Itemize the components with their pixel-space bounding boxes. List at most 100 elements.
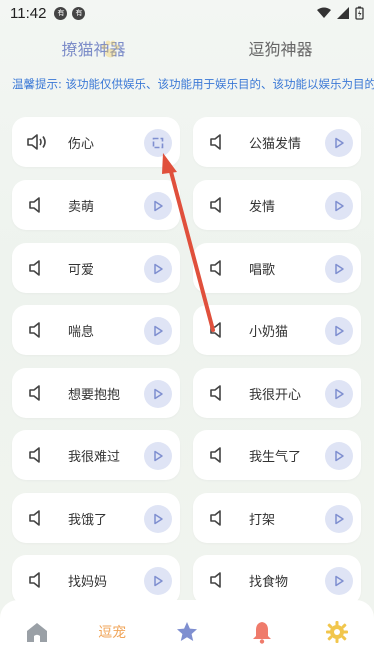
sound-label: 卖萌 (68, 199, 95, 215)
sound-label: 找食物 (249, 574, 289, 590)
play-icon (335, 575, 344, 587)
sound-label: 想要抱抱 (68, 387, 121, 403)
play-button[interactable] (144, 380, 172, 408)
play-icon (154, 575, 163, 587)
play-icon (335, 388, 344, 400)
pause-icon (152, 137, 164, 149)
sound-item[interactable]: 伤心 (12, 117, 180, 167)
play-button[interactable] (325, 380, 353, 408)
star-icon (176, 622, 197, 641)
sound-label: 我很难过 (68, 449, 121, 465)
nav-pet-label: 逗宠 (98, 625, 127, 641)
play-button[interactable] (144, 255, 172, 283)
speaker-icon (210, 260, 221, 276)
notification-icon: 有 (54, 6, 68, 20)
sound-label: 找妈妈 (68, 574, 108, 590)
play-icon (335, 263, 344, 275)
pause-button[interactable] (144, 129, 172, 157)
nav-pet[interactable]: 逗宠 (75, 602, 150, 662)
sound-label: 伤心 (68, 136, 95, 152)
play-button[interactable] (325, 567, 353, 595)
notification-icon: 有 (72, 6, 86, 20)
wifi-icon (317, 7, 331, 18)
sound-label: 可爱 (68, 262, 95, 278)
play-icon (154, 450, 163, 462)
speaker-icon (210, 385, 221, 401)
sound-label: 我生气了 (249, 449, 302, 465)
sound-item[interactable]: 找妈妈 (12, 555, 180, 605)
tab-dog[interactable]: 逗狗神器 (187, 36, 374, 64)
signal-icon (337, 7, 349, 19)
sound-label: 我饿了 (68, 512, 108, 528)
sound-label: 我很开心 (249, 387, 302, 403)
sound-label: 公猫发情 (249, 136, 302, 152)
sound-item[interactable]: 我很难过 (12, 430, 180, 480)
sound-item[interactable]: 我生气了 (193, 430, 361, 480)
speaker-icon (29, 447, 40, 463)
nav-settings[interactable] (299, 602, 374, 662)
speaker-icon (210, 134, 221, 150)
sound-label: 小奶猫 (249, 324, 289, 340)
play-icon (154, 263, 163, 275)
notice-text: 温馨提示: 该功能仅供娱乐、该功能用于娱乐目的、该功能以娱乐为目的 (12, 77, 374, 91)
home-icon (27, 623, 48, 642)
speaker-icon (29, 572, 40, 588)
sound-item[interactable]: 公猫发情 (193, 117, 361, 167)
bottom-nav: 逗宠 (0, 600, 374, 672)
play-icon (154, 513, 163, 525)
nav-favorites[interactable] (150, 602, 225, 662)
category-tabs: 撩猫神器 逗狗神器 (0, 36, 374, 64)
nav-notifications[interactable] (224, 602, 299, 662)
play-button[interactable] (325, 505, 353, 533)
play-button[interactable] (144, 567, 172, 595)
play-button[interactable] (144, 317, 172, 345)
tab-cat[interactable]: 撩猫神器 (0, 36, 187, 64)
sound-item[interactable]: 我很开心 (193, 368, 361, 418)
speaker-active-icon (27, 134, 46, 150)
sound-item[interactable]: 可爱 (12, 243, 180, 293)
sound-item[interactable]: 打架 (193, 493, 361, 543)
sound-label: 喘息 (68, 324, 95, 340)
status-bar: 11:42 有 有 (0, 0, 374, 26)
play-button[interactable] (325, 317, 353, 345)
status-time: 11:42 (10, 4, 47, 22)
play-icon (335, 450, 344, 462)
sound-item[interactable]: 找食物 (193, 555, 361, 605)
speaker-icon (210, 447, 221, 463)
sound-label: 打架 (249, 512, 276, 528)
play-icon (335, 513, 344, 525)
sound-label: 发情 (249, 199, 276, 215)
sound-item[interactable]: 唱歌 (193, 243, 361, 293)
sound-item[interactable]: 发情 (193, 180, 361, 230)
speaker-icon (210, 510, 221, 526)
sound-item[interactable]: 想要抱抱 (12, 368, 180, 418)
speaker-icon (29, 385, 40, 401)
play-button[interactable] (325, 129, 353, 157)
play-button[interactable] (325, 192, 353, 220)
speaker-icon (210, 197, 221, 213)
nav-home[interactable] (0, 602, 75, 662)
sound-item[interactable]: 卖萌 (12, 180, 180, 230)
play-icon (154, 200, 163, 212)
sound-item[interactable]: 小奶猫 (193, 305, 361, 355)
play-button[interactable] (144, 192, 172, 220)
play-icon (335, 200, 344, 212)
tab-dog-label: 逗狗神器 (248, 40, 313, 59)
speaker-icon (29, 260, 40, 276)
speaker-icon (29, 322, 40, 338)
play-icon (154, 388, 163, 400)
play-icon (154, 325, 163, 337)
speaker-icon (29, 510, 40, 526)
sound-item[interactable]: 喘息 (12, 305, 180, 355)
status-icons (317, 6, 364, 20)
speaker-icon (210, 572, 221, 588)
play-icon (335, 325, 344, 337)
play-button[interactable] (144, 442, 172, 470)
speaker-icon (210, 322, 221, 338)
play-button[interactable] (325, 442, 353, 470)
play-button[interactable] (325, 255, 353, 283)
sound-item[interactable]: 我饿了 (12, 493, 180, 543)
play-button[interactable] (144, 505, 172, 533)
gear-icon (325, 621, 348, 643)
paw-icon (101, 40, 120, 58)
